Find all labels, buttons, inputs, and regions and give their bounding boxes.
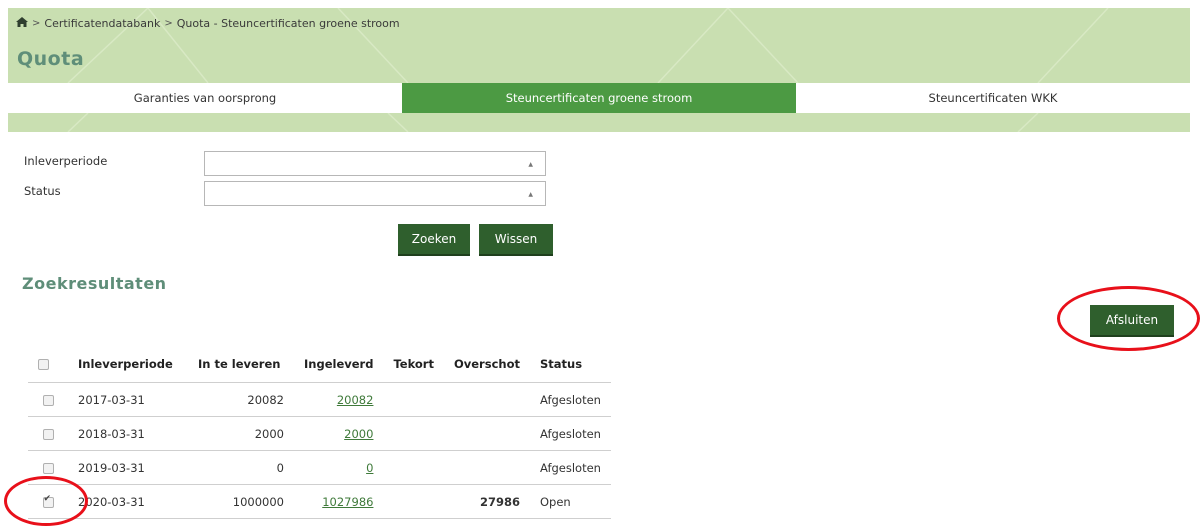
close-button[interactable]: Afsluiten xyxy=(1090,305,1174,337)
period-cell: 2018-03-31 xyxy=(68,416,188,451)
page-header: > Certificatendatabank > Quota - Steunce… xyxy=(8,8,1190,83)
breadcrumb-current: Quota - Steuncertificaten groene stroom xyxy=(176,17,400,30)
select-all-cell xyxy=(28,346,68,383)
shortage-cell xyxy=(383,484,444,519)
delivered-cell: 20082 xyxy=(294,382,384,417)
shortage-cell xyxy=(383,382,444,417)
status-cell: Afgesloten xyxy=(529,416,611,451)
tab-bar: Garanties van oorsprong Steuncertificate… xyxy=(8,83,1190,113)
page-title: Quota xyxy=(17,48,85,70)
tab-strip xyxy=(8,113,1190,132)
table-row: 2020-03-31 1000000 1027986 27986 Open xyxy=(28,484,611,519)
row-checkbox-checked[interactable] xyxy=(42,494,54,508)
breadcrumb-separator: > xyxy=(32,18,41,29)
shortage-cell xyxy=(383,450,444,485)
results-table: Inleverperiode In te leveren Ingeleverd … xyxy=(28,346,611,519)
caret-up-icon: ▲ xyxy=(528,191,533,198)
tab-steuncertificaten-wkk[interactable]: Steuncertificaten WKK xyxy=(796,83,1190,113)
caret-up-icon: ▲ xyxy=(528,161,533,168)
search-button[interactable]: Zoeken xyxy=(398,224,470,256)
table-row: 2018-03-31 2000 2000 Afgesloten xyxy=(28,416,611,451)
status-cell: Open xyxy=(529,484,611,519)
row-checkbox[interactable] xyxy=(42,428,54,440)
clear-button[interactable]: Wissen xyxy=(479,224,553,256)
table-row: 2019-03-31 0 0 Afgesloten xyxy=(28,450,611,485)
surplus-cell xyxy=(443,382,530,417)
inleverperiode-label: Inleverperiode xyxy=(24,154,108,168)
delivered-link[interactable]: 20082 xyxy=(337,393,374,407)
status-cell: Afgesloten xyxy=(529,382,611,417)
delivered-cell: 0 xyxy=(294,450,384,485)
breadcrumb-certificatendatabank[interactable]: Certificatendatabank xyxy=(44,17,160,30)
home-icon[interactable] xyxy=(16,17,28,30)
column-header[interactable]: Tekort xyxy=(383,346,444,383)
period-cell: 2019-03-31 xyxy=(68,450,188,485)
breadcrumb-separator: > xyxy=(164,18,173,29)
row-checkbox-cell xyxy=(28,382,68,417)
table-header-row: Inleverperiode In te leveren Ingeleverd … xyxy=(28,346,611,383)
results-title: Zoekresultaten xyxy=(22,274,167,293)
surplus-cell xyxy=(443,416,530,451)
due-cell: 1000000 xyxy=(188,484,294,519)
delivered-link[interactable]: 2000 xyxy=(344,427,373,441)
period-cell: 2020-03-31 xyxy=(68,484,188,519)
period-cell: 2017-03-31 xyxy=(68,382,188,417)
tab-garanties-van-oorsprong[interactable]: Garanties van oorsprong xyxy=(8,83,402,113)
shortage-cell xyxy=(383,416,444,451)
delivered-link[interactable]: 0 xyxy=(366,461,373,475)
column-header[interactable]: Status xyxy=(529,346,611,383)
breadcrumb: > Certificatendatabank > Quota - Steunce… xyxy=(16,17,400,30)
inleverperiode-select[interactable]: ▲ xyxy=(204,151,546,176)
column-header[interactable]: In te leveren xyxy=(188,346,294,383)
select-all-checkbox[interactable] xyxy=(38,359,49,370)
tab-steuncertificaten-groene-stroom[interactable]: Steuncertificaten groene stroom xyxy=(402,83,796,113)
due-cell: 20082 xyxy=(188,382,294,417)
status-label: Status xyxy=(24,184,61,198)
surplus-cell: 27986 xyxy=(443,484,530,519)
delivered-link[interactable]: 1027986 xyxy=(322,495,373,509)
column-header[interactable]: Overschot xyxy=(443,346,530,383)
row-checkbox[interactable] xyxy=(42,462,54,474)
row-checkbox-cell xyxy=(28,484,68,519)
delivered-cell: 1027986 xyxy=(294,484,384,519)
column-header[interactable]: Ingeleverd xyxy=(294,346,384,383)
due-cell: 0 xyxy=(188,450,294,485)
row-checkbox-cell xyxy=(28,416,68,451)
row-checkbox[interactable] xyxy=(42,394,54,406)
surplus-cell xyxy=(443,450,530,485)
row-checkbox-cell xyxy=(28,450,68,485)
tab-strip-decoration xyxy=(67,113,1039,132)
table-row: 2017-03-31 20082 20082 Afgesloten xyxy=(28,382,611,417)
status-cell: Afgesloten xyxy=(529,450,611,485)
status-select[interactable]: ▲ xyxy=(204,181,546,206)
delivered-cell: 2000 xyxy=(294,416,384,451)
due-cell: 2000 xyxy=(188,416,294,451)
column-header[interactable]: Inleverperiode xyxy=(68,346,188,383)
